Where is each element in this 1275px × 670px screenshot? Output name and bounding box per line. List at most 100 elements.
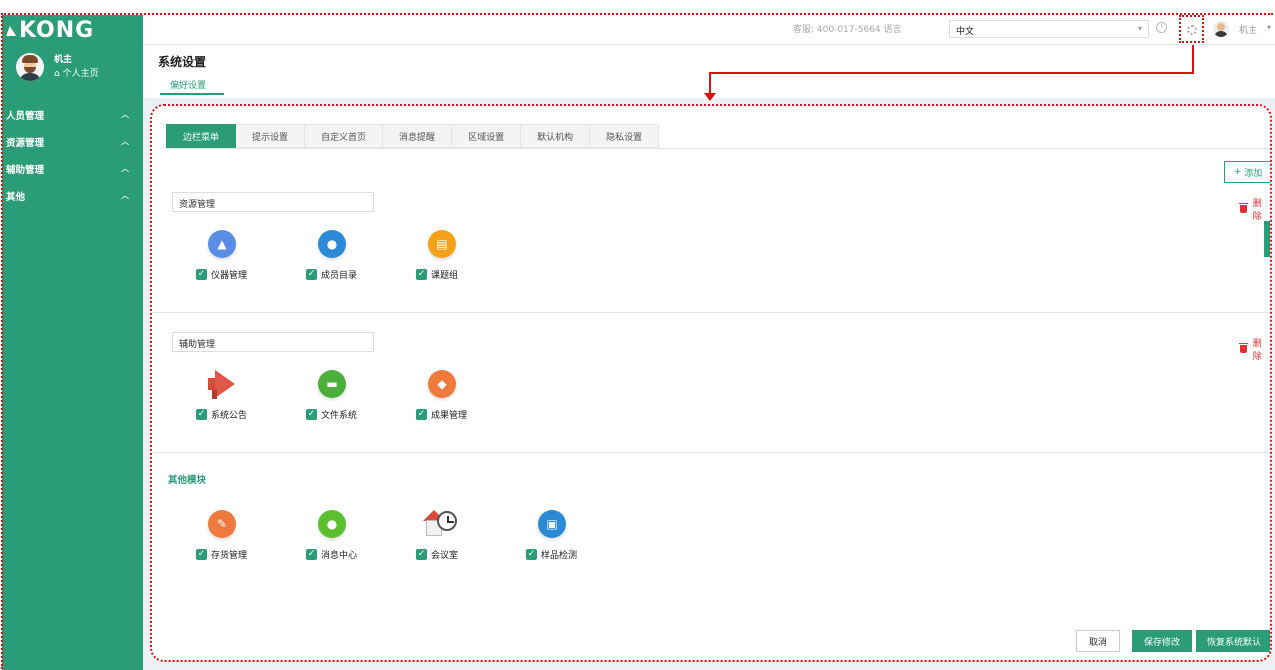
chevron-down-icon[interactable]: ▾ (1267, 23, 1271, 32)
chevron-up-icon: ︿ (121, 164, 129, 173)
sidebar-nav: 人员管理 ︿ 资源管理 ︿ 辅助管理 ︿ 其他 ︿ (2, 101, 143, 209)
checkbox-checked-icon: ✓ (306, 269, 317, 280)
module-announcement: ✓ 系统公告 (196, 370, 296, 430)
module-checkbox[interactable]: ✓ 存货管理 (196, 548, 247, 561)
clock-icon[interactable] (1156, 22, 1167, 33)
module-checkbox[interactable]: ✓ 文件系统 (306, 408, 357, 421)
language-select[interactable]: 中文 ▾ (949, 20, 1149, 38)
language-value: 中文 (956, 27, 975, 37)
checkbox-checked-icon: ✓ (196, 549, 207, 560)
settings-panel: 边栏菜单 提示设置 自定义首页 消息提醒 区域设置 默认机构 隐私设置 + 添加… (150, 104, 1272, 662)
page-title: 系统设置 (158, 55, 207, 69)
checkbox-checked-icon: ✓ (416, 269, 427, 280)
sidebar-item-auxiliary[interactable]: 辅助管理 ︿ (2, 155, 143, 182)
module-checkbox[interactable]: ✓ 成果管理 (416, 408, 467, 421)
module-label: 会议室 (431, 551, 459, 561)
add-button[interactable]: + 添加 (1224, 161, 1270, 183)
module-research-group: ▤ ✓ 课题组 (416, 230, 516, 290)
avatar[interactable] (16, 53, 44, 81)
module-label: 样品检测 (541, 551, 578, 561)
trash-icon (1239, 343, 1248, 353)
delete-label: 删除 (1252, 339, 1262, 362)
cancel-button[interactable]: 取消 (1076, 630, 1120, 652)
checkbox-checked-icon: ✓ (416, 409, 427, 420)
message-icon: ● (318, 510, 346, 538)
delete-group-button[interactable]: 删除 (1239, 336, 1270, 362)
sidebar: KONG 机主 ⌂ 个人主页 人员管理 ︿ 资源管理 ︿ 辅助管理 ︿ 其他 ︿ (2, 15, 143, 670)
top-bar: 客服: 400-017-5664 语言 中文 ▾ 机主 ▾ (143, 15, 1275, 45)
chevron-down-icon: ▾ (1137, 24, 1142, 33)
module-label: 成果管理 (431, 411, 468, 421)
tabs-divider (166, 148, 1270, 149)
app-frame: KONG 机主 ⌂ 个人主页 人员管理 ︿ 资源管理 ︿ 辅助管理 ︿ 其他 ︿… (0, 0, 1275, 670)
settings-tabs: 边栏菜单 提示设置 自定义首页 消息提醒 区域设置 默认机构 隐私设置 (166, 124, 660, 148)
checkbox-checked-icon: ✓ (306, 409, 317, 420)
group-name-input[interactable]: 资源管理 (172, 192, 374, 212)
delete-group-button[interactable]: 删除 (1239, 196, 1270, 222)
module-checkbox[interactable]: ✓ 成员目录 (306, 268, 357, 281)
module-checkbox[interactable]: ✓ 系统公告 (196, 408, 247, 421)
annotation-arrow-head-icon (704, 93, 716, 101)
top-user-name[interactable]: 机主 (1239, 23, 1257, 36)
side-float-tab[interactable] (1264, 221, 1270, 257)
sample-icon: ▣ (538, 510, 566, 538)
top-avatar[interactable] (1213, 21, 1229, 37)
module-checkbox[interactable]: ✓ 消息中心 (306, 548, 357, 561)
tab-region-settings[interactable]: 区域设置 (452, 124, 522, 148)
home-link-label: 个人主页 (62, 69, 99, 79)
module-file-system: ▬ ✓ 文件系统 (306, 370, 406, 430)
hotline-text: 客服: 400-017-5664 语言 (793, 25, 902, 35)
tab-privacy-settings[interactable]: 隐私设置 (590, 124, 660, 148)
meeting-room-icon (423, 508, 460, 540)
megaphone-icon (204, 370, 238, 400)
section-divider (152, 452, 1270, 453)
module-achievements: ◆ ✓ 成果管理 (416, 370, 516, 430)
plus-icon: + (1233, 167, 1245, 177)
diamond-icon: ◆ (428, 370, 456, 398)
save-button[interactable]: 保存修改 (1132, 630, 1192, 652)
subtab-underline (160, 93, 224, 95)
logo[interactable]: KONG (6, 18, 95, 43)
gear-icon[interactable] (1187, 25, 1197, 35)
add-button-label: 添加 (1244, 168, 1263, 179)
sidebar-item-label: 人员管理 (6, 110, 45, 122)
logo-mark-icon (6, 25, 20, 36)
module-label: 仪器管理 (211, 271, 248, 281)
annotation-arrow-segment (1192, 45, 1194, 73)
book-icon: ▤ (428, 230, 456, 258)
module-message-center: ● ✓ 消息中心 (306, 510, 406, 570)
member-icon: ● (318, 230, 346, 258)
module-checkbox[interactable]: ✓ 课题组 (416, 268, 458, 281)
folder-icon: ▬ (318, 370, 346, 398)
user-name: 机主 (54, 55, 73, 65)
sidebar-item-resources[interactable]: 资源管理 ︿ (2, 128, 143, 155)
tab-prompt-settings[interactable]: 提示设置 (236, 124, 306, 148)
settings-highlight (1179, 15, 1204, 43)
tab-preferences[interactable]: 偏好设置 (170, 78, 206, 91)
logo-text: KONG (19, 18, 95, 43)
module-checkbox[interactable]: ✓ 样品检测 (526, 548, 577, 561)
home-link[interactable]: ⌂ 个人主页 (54, 67, 99, 81)
chevron-up-icon: ︿ (121, 137, 129, 146)
group-name-input[interactable]: 辅助管理 (172, 332, 374, 352)
module-checkbox[interactable]: ✓ 会议室 (416, 548, 458, 561)
restore-defaults-button[interactable]: 恢复系统默认 (1196, 630, 1270, 652)
checkbox-checked-icon: ✓ (306, 549, 317, 560)
checkbox-checked-icon: ✓ (196, 269, 207, 280)
inventory-icon: ✎ (208, 510, 236, 538)
sidebar-item-other[interactable]: 其他 ︿ (2, 182, 143, 209)
sidebar-item-label: 资源管理 (6, 137, 45, 149)
user-profile: 机主 ⌂ 个人主页 (16, 53, 99, 81)
module-checkbox[interactable]: ✓ 仪器管理 (196, 268, 247, 281)
tab-default-org[interactable]: 默认机构 (521, 124, 591, 148)
module-label: 课题组 (431, 271, 459, 281)
module-sample-testing: ▣ ✓ 样品检测 (526, 510, 626, 570)
tab-custom-home[interactable]: 自定义首页 (305, 124, 384, 148)
section-title-other: 其他模块 (168, 475, 207, 486)
sidebar-item-label: 其他 (6, 191, 26, 203)
tab-sidebar-menu[interactable]: 边栏菜单 (166, 124, 237, 148)
chevron-up-icon: ︿ (121, 191, 129, 200)
tab-message-reminder[interactable]: 消息提醒 (383, 124, 453, 148)
sidebar-item-people[interactable]: 人员管理 ︿ (2, 101, 143, 128)
annotation-arrow-segment (709, 72, 1194, 74)
